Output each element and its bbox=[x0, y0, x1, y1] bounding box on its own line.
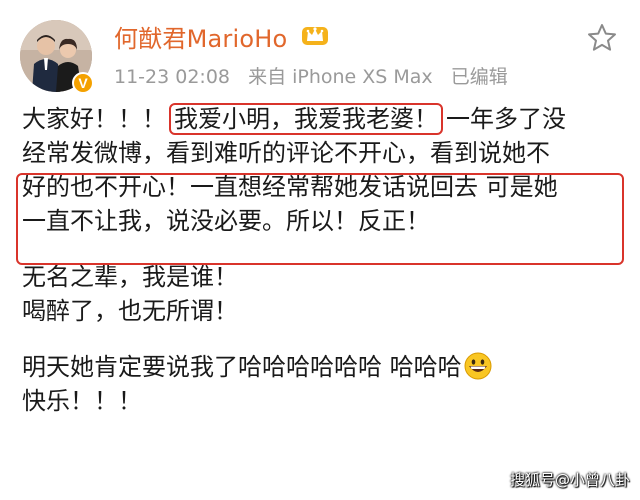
watermark: 搜狐号@小曾八卦 bbox=[509, 471, 630, 489]
username[interactable]: 何猷君MarioHo bbox=[114, 19, 287, 54]
grinning-face-icon bbox=[464, 352, 492, 380]
post-line: 经常发微博，看到难听的评论不开心，看到说她不 bbox=[22, 139, 550, 167]
verified-icon: V bbox=[72, 72, 94, 94]
post-line: 喝醉了，也无所谓！ bbox=[22, 297, 238, 325]
post-line: 好的也不开心！一直想经常帮她发话说回去 可是她 bbox=[22, 173, 558, 201]
crown-icon[interactable] bbox=[300, 20, 330, 48]
greeting: 大家好！！！ bbox=[22, 105, 166, 133]
post-line: 快乐！！！ bbox=[22, 387, 142, 415]
highlighted-phrase: 我爱小明，我爱我老婆！ bbox=[169, 103, 443, 135]
post-line: 大家好！！！ 我爱小明，我爱我老婆！ 一年多了没 bbox=[22, 102, 622, 136]
post-text: 一年多了没 bbox=[446, 105, 566, 133]
timestamp: 11-23 02:08 bbox=[114, 66, 231, 88]
source: 来自 iPhone XS Max bbox=[248, 66, 433, 88]
edited-label[interactable]: 已编辑 bbox=[451, 66, 508, 88]
post-body: 大家好！！！ 我爱小明，我爱我老婆！ 一年多了没 经常发微博，看到难听的评论不开心，… bbox=[22, 102, 622, 418]
post-line: 无名之辈，我是谁！ bbox=[22, 263, 238, 291]
post-text: 明天她肯定要说我了哈哈哈哈哈哈 哈哈哈 bbox=[22, 353, 462, 381]
post-line: 一直不让我，说没必要。所以！反正！ bbox=[22, 207, 430, 235]
post-meta: 11-23 02:08 来自 iPhone XS Max 已编辑 bbox=[114, 62, 520, 89]
post-line: 明天她肯定要说我了哈哈哈哈哈哈 哈哈哈 bbox=[22, 350, 622, 384]
star-icon[interactable] bbox=[586, 22, 618, 54]
